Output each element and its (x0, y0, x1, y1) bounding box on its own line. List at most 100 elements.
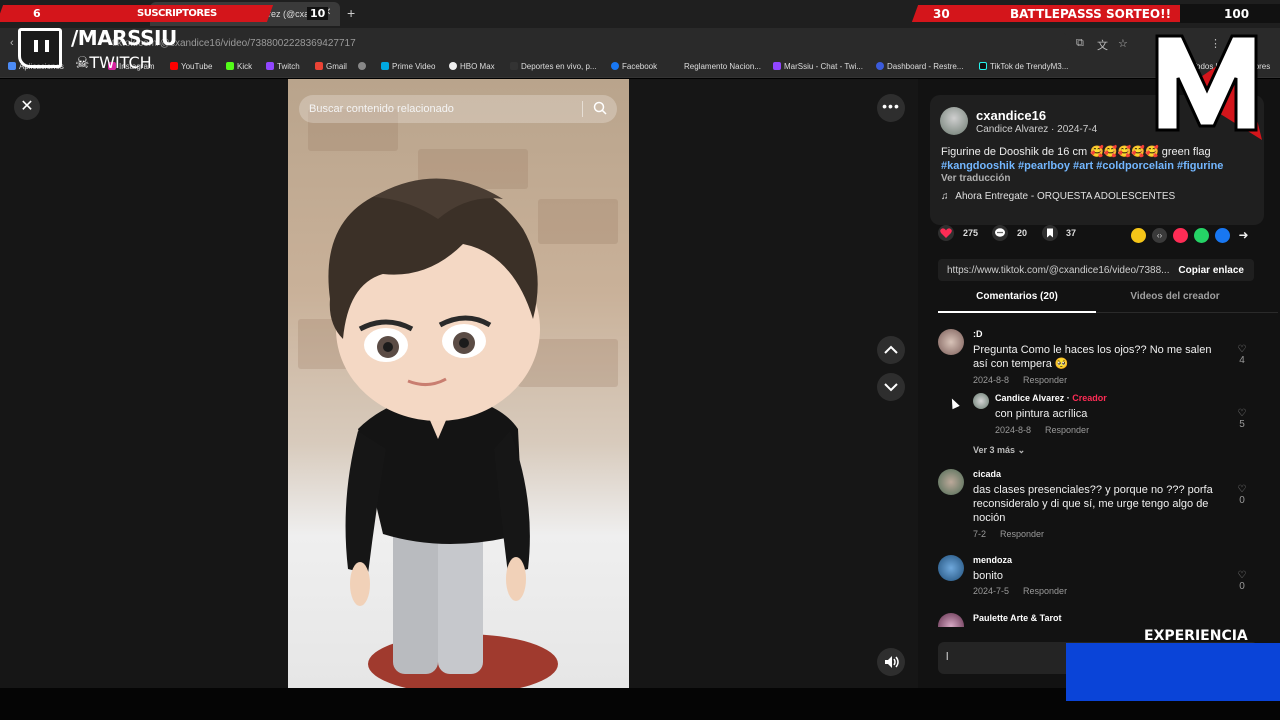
install-app-icon[interactable]: ⧉ (1076, 37, 1084, 50)
search-icon[interactable] (593, 101, 607, 115)
bookmark-kick[interactable]: Kick (226, 62, 252, 71)
heart-outline-icon: ♡ (1237, 570, 1247, 581)
brand-letter: M (1152, 30, 1153, 31)
bookmark-star-icon[interactable]: ☆ (1118, 37, 1128, 50)
emoji-share-icon[interactable] (1131, 228, 1146, 243)
comment-text: bonito (973, 570, 1003, 582)
bookmark-marssiu-chat[interactable]: MarSsiu - Chat - Twi... (773, 62, 863, 71)
youtube-icon (170, 62, 178, 70)
comment-like-button[interactable]: ♡ 4 (1235, 344, 1249, 366)
music-title: Ahora Entregate - ORQUESTA ADOLESCENTES (955, 191, 1176, 202)
heart-outline-icon: ♡ (1237, 344, 1247, 355)
comment-username[interactable]: Paulette Arte & Tarot (973, 613, 1062, 623)
video-link-url: https://www.tiktok.com/@cxandice16/video… (947, 265, 1170, 276)
comment-item: Paulette Arte & Tarot (938, 613, 1268, 627)
new-tab-icon[interactable]: + (347, 5, 355, 21)
heart-outline-icon: ♡ (1237, 484, 1247, 495)
reply-button[interactable]: Responder (1045, 425, 1089, 435)
bookmark-prime-video[interactable]: Prime Video (381, 62, 435, 71)
avatar[interactable] (938, 469, 964, 495)
facebook-icon[interactable] (1215, 228, 1230, 243)
volume-button[interactable] (877, 648, 905, 676)
reply-like-button[interactable]: ♡ 5 (1235, 408, 1249, 430)
save-button[interactable] (1042, 225, 1058, 241)
related-search-field[interactable]: Buscar contenido relacionado (299, 95, 617, 123)
view-more-replies-button[interactable]: Ver 3 más ⌄ (973, 445, 1025, 456)
comment-button[interactable] (992, 225, 1008, 241)
prime-video-icon (381, 62, 389, 70)
next-video-button[interactable] (877, 373, 905, 401)
close-video-button[interactable]: ✕ (14, 94, 40, 120)
comment-date: 2024-8-8 (973, 375, 1010, 385)
bookmark-reglamento[interactable]: Reglamento Nacion... (684, 62, 761, 71)
comment-like-button[interactable]: ♡ 0 (1235, 570, 1249, 592)
comments-list: :D Pregunta Como le haces los ojos?? No … (918, 319, 1280, 627)
share-arrow-icon[interactable]: ➜ (1236, 228, 1251, 243)
bookmark-dashboard[interactable]: Dashboard - Restre... (876, 62, 963, 71)
hbo-max-icon (449, 62, 457, 70)
author-handle[interactable]: cxandice16 (976, 108, 1046, 123)
bookmark-gmail[interactable]: Gmail (315, 62, 347, 71)
comment-icon (995, 228, 1005, 237)
subs-count: 6 (33, 7, 41, 20)
music-note-icon: ♫ (941, 191, 949, 202)
comment-like-button[interactable]: ♡ 0 (1235, 484, 1249, 506)
search-placeholder: Buscar contenido relacionado (309, 103, 454, 115)
reply-text: con pintura acrílica (995, 408, 1088, 420)
comment-like-count: 4 (1239, 355, 1245, 366)
bookmark-icon (1047, 228, 1053, 238)
tab-comments[interactable]: Comentarios (20) (938, 291, 1096, 313)
music-link[interactable]: ♫ Ahora Entregate - ORQUESTA ADOLESCENTE… (941, 191, 1175, 202)
reply-date: 2024-8-8 (995, 425, 1032, 435)
url-field[interactable]: tiktok.com/@cxandice16/video/73880022283… (100, 32, 1070, 54)
ellipsis-icon: ••• (882, 98, 900, 114)
back-arrow-icon[interactable]: ‹ (10, 37, 14, 49)
avatar[interactable] (938, 329, 964, 355)
previous-video-button[interactable] (877, 336, 905, 364)
comment-username[interactable]: cicada (973, 469, 1001, 479)
copy-link-row: https://www.tiktok.com/@cxandice16/video… (938, 259, 1254, 281)
caption-hashtags[interactable]: #kangdooshik #pearlboy #art #coldporcela… (941, 160, 1223, 172)
embed-icon[interactable]: ‹› (1152, 228, 1167, 243)
comment-username[interactable]: :D (973, 329, 983, 339)
comment-text: Pregunta Como le haces los ojos?? No me … (973, 344, 1212, 370)
translate-icon[interactable]: 文 (1097, 37, 1108, 53)
author-subtitle: Candice Alvarez · 2024-7-4 (976, 124, 1098, 135)
comment-item: :D Pregunta Como le haces los ojos?? No … (938, 329, 1268, 389)
reply-button[interactable]: Responder (1023, 586, 1067, 596)
avatar[interactable] (938, 613, 964, 627)
gmail-icon (315, 62, 323, 70)
reply-meta: 2024-8-8 Responder (995, 425, 1089, 435)
reply-button[interactable]: Responder (1000, 529, 1044, 539)
bookmark-hbo-max[interactable]: HBO Max (449, 62, 495, 71)
reply-item: Candice Alvarez · Creador con pintura ac… (973, 393, 1268, 439)
bookmark-twitch[interactable]: Twitch (266, 62, 300, 71)
avatar[interactable] (973, 393, 989, 409)
chevron-down-icon: ⌄ (1017, 445, 1026, 455)
reply-username[interactable]: Candice Alvarez · Creador (995, 393, 1107, 403)
experience-widget (1066, 643, 1280, 701)
video-player[interactable]: Buscar contenido relacionado (288, 79, 629, 688)
see-translation-link[interactable]: Ver traducción (941, 173, 1010, 184)
tab-creator-videos[interactable]: Videos del creador (1096, 291, 1254, 313)
twitch-icon (266, 62, 274, 70)
bookmark-tiktok[interactable]: TikTok de TrendyM3... (979, 62, 1068, 71)
whatsapp-icon[interactable] (1194, 228, 1209, 243)
more-options-button[interactable]: ••• (877, 94, 905, 122)
facebook-icon (611, 62, 619, 70)
send-icon[interactable] (1173, 228, 1188, 243)
avatar[interactable] (940, 107, 968, 135)
bookmark-deportes[interactable]: Deportes en vivo, p... (510, 62, 597, 71)
bookmark-facebook[interactable]: Facebook (611, 62, 657, 71)
channel-name: /MARSSIU (71, 26, 177, 50)
reply-like-count: 5 (1239, 419, 1245, 430)
like-button[interactable] (938, 225, 954, 241)
comment-username[interactable]: mendoza (973, 555, 1012, 565)
bookmark-youtube[interactable]: YouTube (170, 62, 212, 71)
copy-link-button[interactable]: Copiar enlace (1178, 265, 1244, 276)
avatar[interactable] (938, 555, 964, 581)
bookmark-globe[interactable] (358, 62, 369, 71)
heart-icon (940, 228, 952, 238)
reply-button[interactable]: Responder (1023, 375, 1067, 385)
comment-meta: 7-2 Responder (973, 529, 1044, 539)
